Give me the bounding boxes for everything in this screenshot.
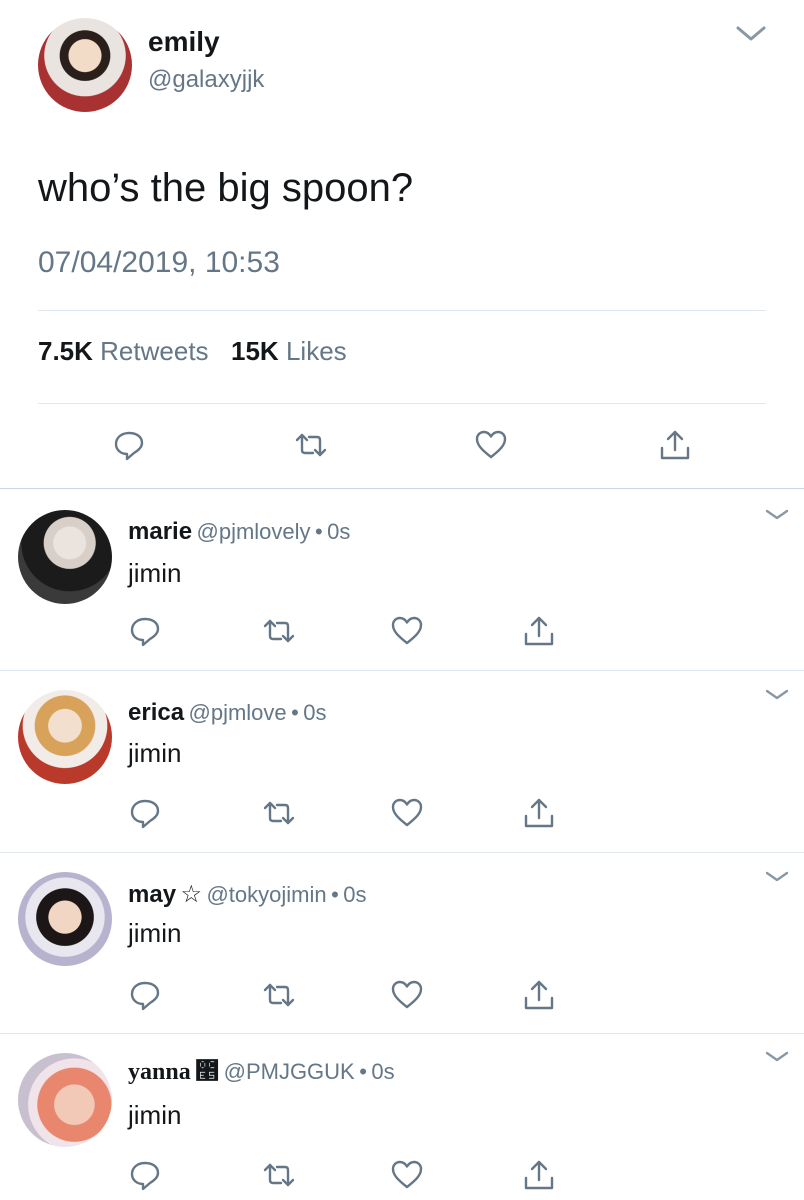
star-badge: ☆	[180, 881, 203, 908]
reply-text: jimin	[128, 738, 182, 768]
chevron-down-icon[interactable]	[764, 688, 790, 702]
retweets-label[interactable]: Retweets	[100, 336, 208, 366]
like-icon[interactable]	[390, 1158, 424, 1192]
chevron-down-icon[interactable]	[764, 870, 790, 884]
avatar[interactable]	[18, 1053, 112, 1147]
divider	[38, 310, 766, 311]
likes-count[interactable]: 15K	[231, 336, 279, 366]
divider	[0, 488, 804, 489]
share-icon[interactable]	[522, 1158, 556, 1192]
reply-author-handle[interactable]: @tokyojimin	[206, 882, 326, 907]
reply-author-handle[interactable]: @pjmlovely	[197, 519, 311, 544]
divider	[38, 403, 766, 404]
tweet-timestamp[interactable]: 07/04/2019, 10:53	[38, 246, 280, 280]
author-handle[interactable]: @galaxyjjk	[148, 66, 264, 94]
engagement-stats: 7.5K Retweets 15K Likes	[38, 336, 347, 367]
reply-author-name[interactable]: yanna	[128, 1059, 191, 1085]
like-icon[interactable]	[390, 796, 424, 830]
reply-time[interactable]: 0s	[303, 700, 326, 725]
reply-header: yanna ೥ @PMJGGUK • 0s	[128, 1058, 395, 1086]
reply-text: jimin	[128, 1100, 182, 1130]
retweet-icon[interactable]	[294, 428, 328, 462]
retweet-icon[interactable]	[262, 1158, 296, 1192]
reply-author-name[interactable]: marie	[128, 518, 192, 545]
like-icon[interactable]	[390, 978, 424, 1012]
retweets-count[interactable]: 7.5K	[38, 336, 93, 366]
avatar[interactable]	[18, 510, 112, 604]
retweet-icon[interactable]	[262, 978, 296, 1012]
reply-header: erica @pjmlove • 0s	[128, 699, 327, 727]
separator-dot: •	[359, 1059, 367, 1084]
reply-icon[interactable]	[128, 796, 162, 830]
separator-dot: •	[314, 519, 323, 544]
chevron-down-icon[interactable]	[764, 1050, 790, 1064]
reply-icon[interactable]	[128, 614, 162, 648]
divider	[0, 670, 804, 671]
reply-author-name[interactable]: erica	[128, 699, 184, 726]
share-icon[interactable]	[522, 796, 556, 830]
share-icon[interactable]	[522, 614, 556, 648]
author-avatar[interactable]	[38, 18, 132, 112]
likes-label[interactable]: Likes	[286, 336, 347, 366]
chevron-down-icon[interactable]	[764, 508, 790, 522]
divider	[0, 1033, 804, 1034]
reply-author-name[interactable]: may	[128, 881, 176, 908]
avatar[interactable]	[18, 872, 112, 966]
author-name[interactable]: emily	[148, 26, 220, 58]
tweet-text: who’s the big spoon?	[38, 166, 414, 210]
avatar[interactable]	[18, 690, 112, 784]
reply-time[interactable]: 0s	[343, 882, 366, 907]
reply-author-handle[interactable]: @pjmlove	[189, 700, 287, 725]
divider	[0, 852, 804, 853]
retweet-icon[interactable]	[262, 796, 296, 830]
share-icon[interactable]	[522, 978, 556, 1012]
reply-icon[interactable]	[112, 428, 146, 462]
decorative-badge: ೥	[195, 1058, 220, 1085]
reply-icon[interactable]	[128, 978, 162, 1012]
reply-header: may ☆ @tokyojimin • 0s	[128, 880, 366, 909]
like-icon[interactable]	[390, 614, 424, 648]
separator-dot: •	[291, 700, 299, 725]
chevron-down-icon[interactable]	[734, 22, 768, 44]
retweet-icon[interactable]	[262, 614, 296, 648]
like-icon[interactable]	[474, 428, 508, 462]
reply-icon[interactable]	[128, 1158, 162, 1192]
reply-text: jimin	[128, 918, 182, 948]
reply-text: jimin	[128, 558, 182, 588]
reply-header: marie @pjmlovely • 0s	[128, 518, 350, 546]
reply-author-handle[interactable]: @PMJGGUK	[224, 1059, 355, 1084]
reply-time[interactable]: 0s	[327, 519, 350, 544]
share-icon[interactable]	[658, 428, 692, 462]
reply-time[interactable]: 0s	[371, 1059, 394, 1084]
separator-dot: •	[331, 882, 339, 907]
